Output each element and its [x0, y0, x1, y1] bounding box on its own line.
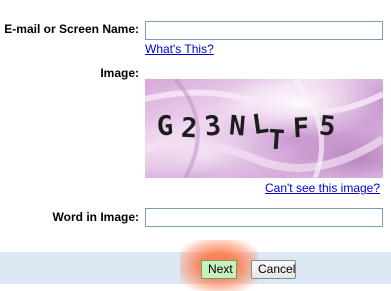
- next-button[interactable]: Next: [201, 260, 237, 279]
- email-label: E-mail or Screen Name:: [4, 22, 139, 36]
- captcha-glyph: F: [292, 113, 310, 145]
- whats-this-link[interactable]: What's This?: [145, 42, 214, 56]
- captcha-glyph: G: [156, 110, 174, 142]
- captcha-glyph: N: [228, 110, 247, 142]
- word-in-image-label: Word in Image:: [52, 210, 139, 224]
- image-label: Image:: [100, 66, 139, 80]
- captcha-glyph: T: [267, 124, 285, 156]
- cancel-button[interactable]: Cancel: [251, 260, 296, 279]
- cant-see-image-link[interactable]: Can't see this image?: [265, 181, 380, 195]
- captcha-image: G23NLTF5: [145, 79, 383, 178]
- captcha-glyph: 2: [180, 113, 198, 145]
- captcha-glyph: 5: [318, 110, 337, 143]
- word-in-image-field[interactable]: [145, 208, 383, 227]
- email-field[interactable]: [145, 21, 383, 40]
- captcha-glyph: 3: [203, 110, 222, 143]
